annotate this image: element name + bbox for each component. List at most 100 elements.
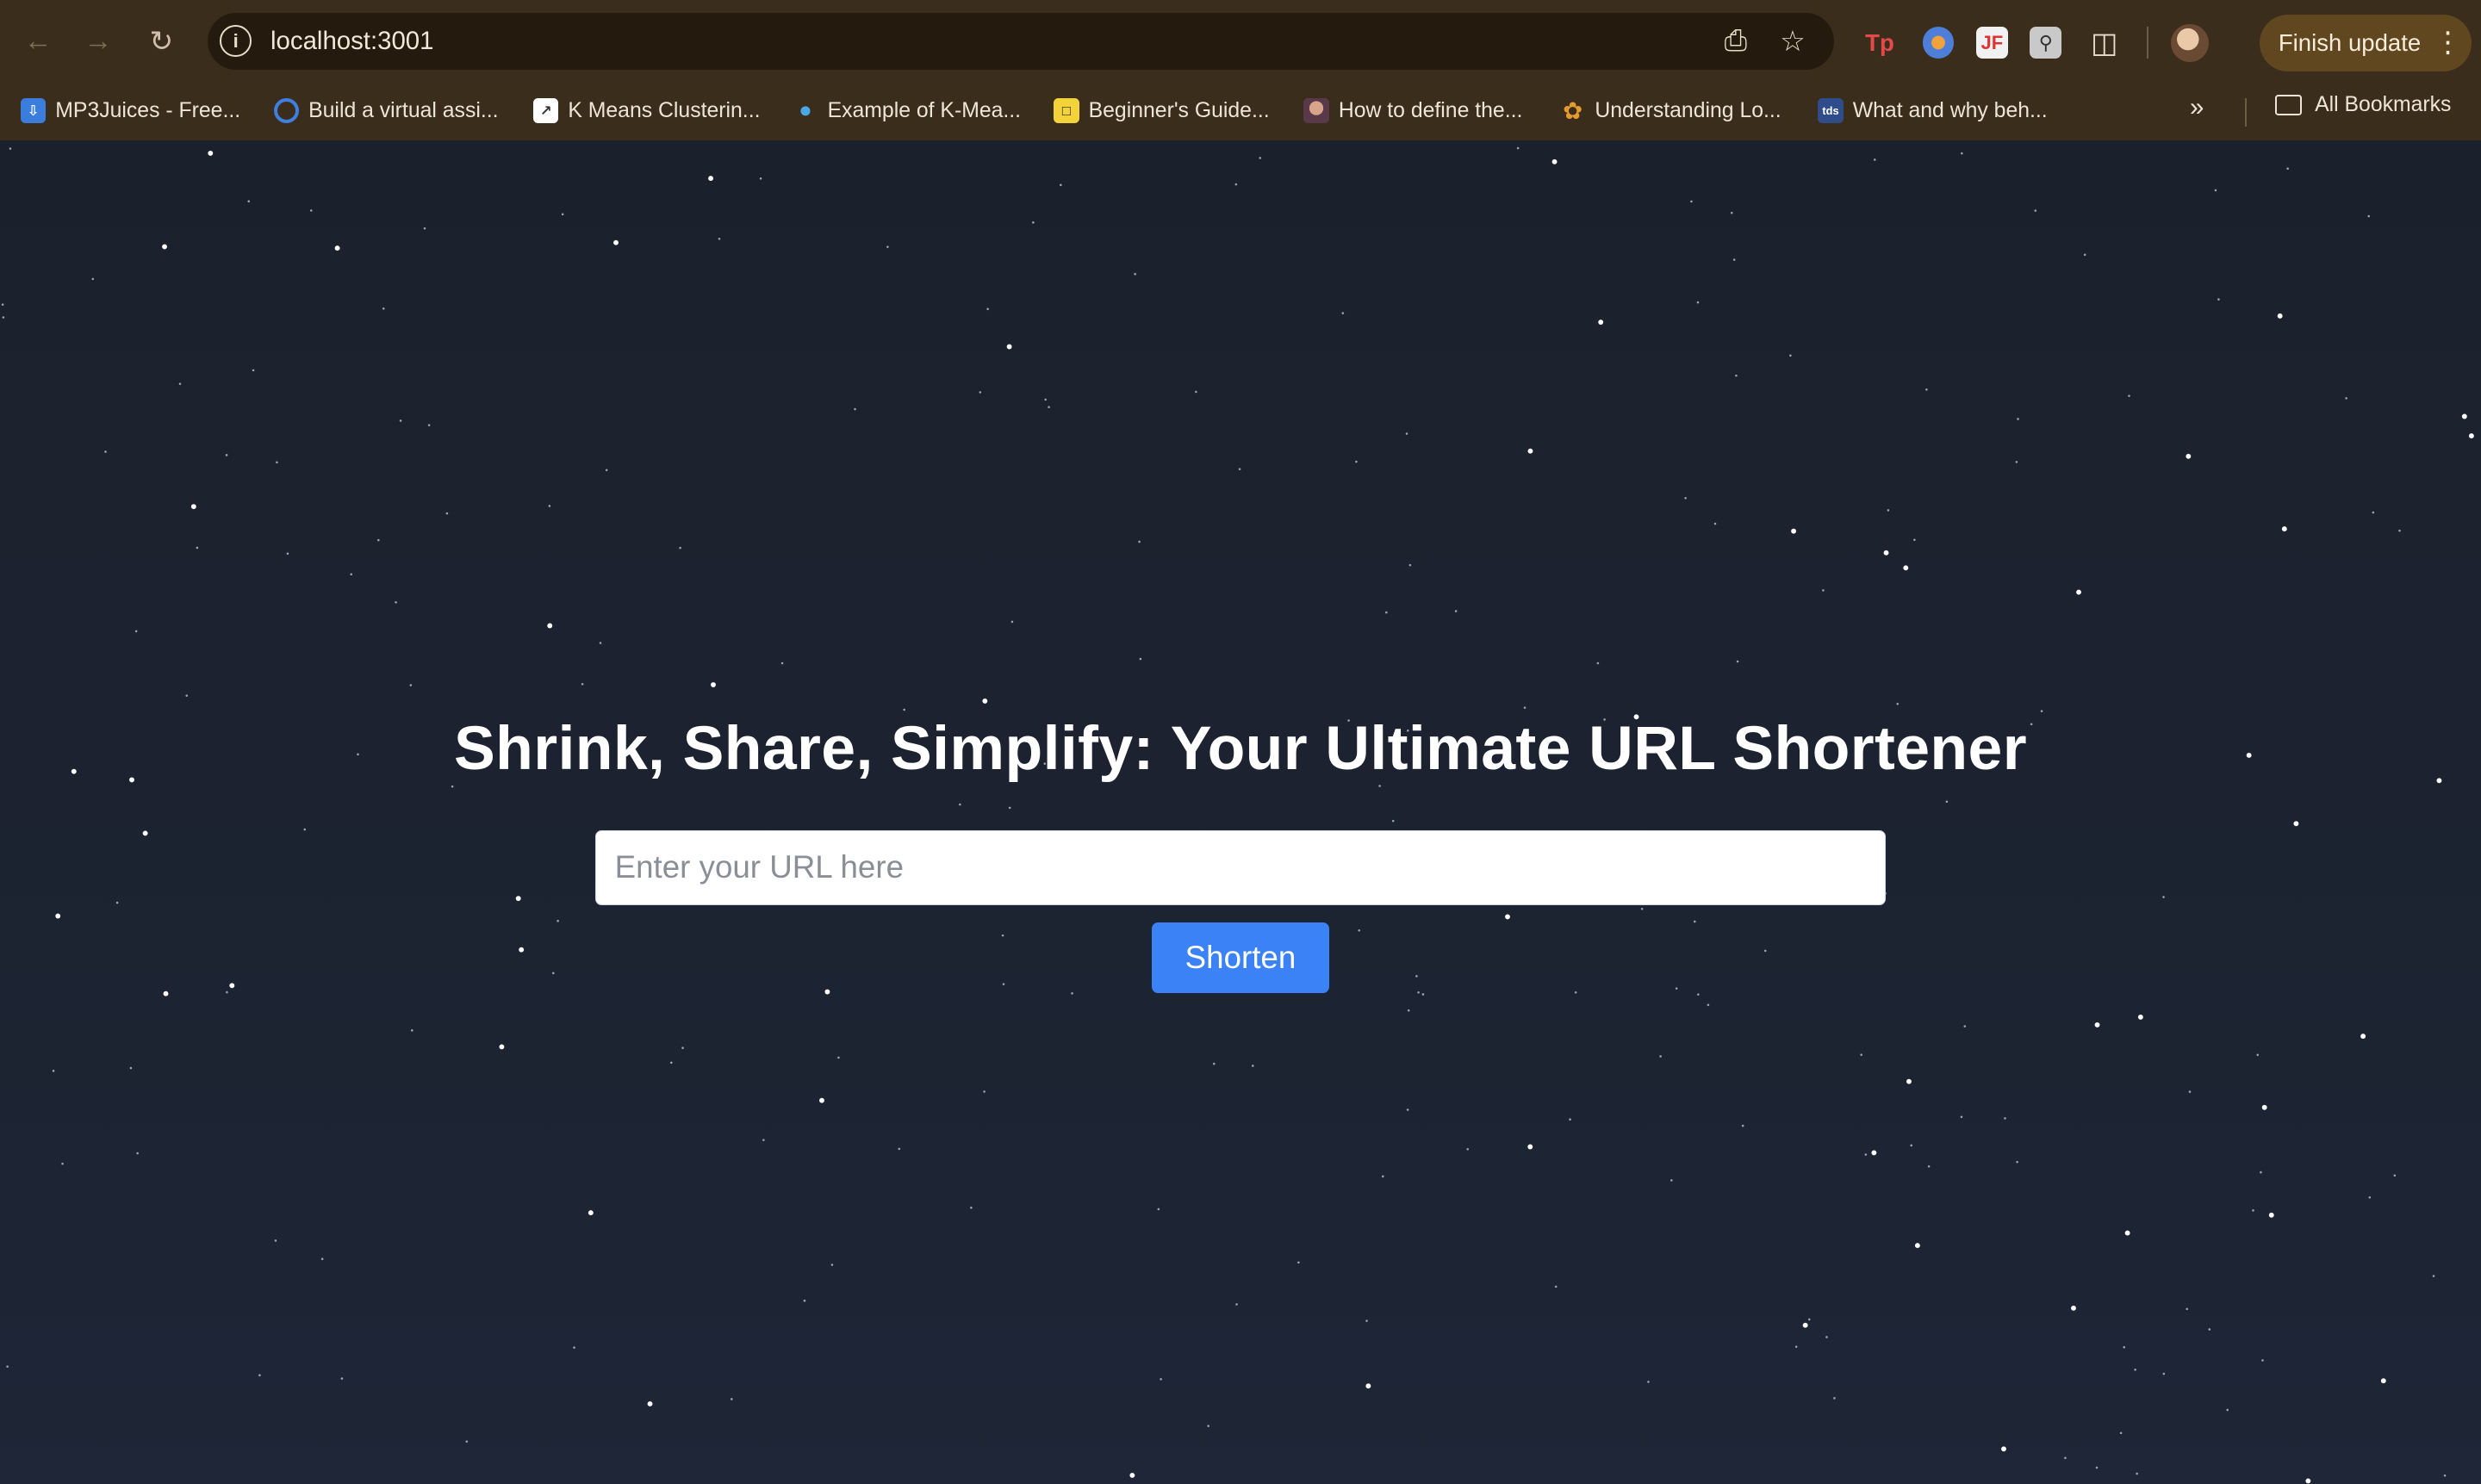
star (1001, 934, 1004, 937)
address-url[interactable]: localhost:3001 (270, 27, 433, 56)
star (1259, 157, 1262, 160)
starfield-background (1, 147, 2474, 1484)
bookmark-item[interactable]: Build a virtual assi... (273, 93, 499, 127)
star (1060, 183, 1062, 187)
star (2226, 1409, 2229, 1412)
star (2398, 530, 2401, 532)
star (2071, 1306, 2076, 1312)
bookmark-star-icon[interactable]: ☆ (1774, 22, 1812, 60)
star (2260, 1171, 2262, 1174)
star (1871, 1150, 1877, 1156)
star (1574, 991, 1577, 994)
star (196, 547, 199, 550)
site-info-icon[interactable]: i (220, 25, 252, 58)
star (2367, 215, 2370, 218)
bookmark-label: K Means Clusterin... (568, 98, 761, 122)
star (2372, 512, 2375, 514)
star (1730, 212, 1733, 214)
finish-update-button[interactable]: Finish update ⋮ (2259, 14, 2472, 71)
star (9, 147, 12, 151)
folder-icon (2275, 95, 2303, 116)
star (1381, 1176, 1384, 1178)
star (1913, 538, 1916, 542)
star (613, 240, 619, 246)
star (1415, 975, 1418, 978)
star (1802, 1323, 1808, 1329)
star (499, 1044, 505, 1050)
tds-icon: tds (1818, 97, 1844, 124)
bookmark-item[interactable]: ● Example of K-Mea... (793, 93, 1021, 127)
star (2083, 253, 2086, 257)
extensions-puzzle-icon[interactable]: ◫ (2084, 22, 2125, 64)
star (465, 1440, 469, 1444)
star (1048, 406, 1050, 409)
star (2162, 896, 2165, 899)
star (2136, 1473, 2138, 1475)
avatar-icon (1303, 97, 1329, 124)
star (2360, 1034, 2366, 1040)
hero-section: Shrink, Share, Simplify: Your Ultimate U… (0, 713, 2481, 784)
bookmark-item[interactable]: ✿ Understanding Lo... (1560, 93, 1781, 127)
more-bookmarks-icon[interactable]: » (2190, 93, 2204, 122)
star (190, 504, 196, 510)
star (819, 1098, 824, 1104)
star (1807, 1319, 1811, 1321)
star (986, 307, 989, 311)
star (142, 830, 148, 836)
bookmark-item[interactable]: tds What and why beh... (1818, 93, 2048, 127)
star (886, 245, 889, 249)
star (1697, 993, 1700, 997)
star (1213, 1063, 1216, 1065)
star (52, 1070, 55, 1073)
star (982, 699, 988, 705)
download-icon: ⇩ (20, 97, 47, 124)
star (588, 1210, 594, 1216)
star (830, 1264, 834, 1267)
star (410, 1029, 414, 1033)
bookmark-item[interactable]: ⇩ MP3Juices - Free... (20, 93, 240, 127)
star (1408, 564, 1412, 567)
star (1008, 807, 1011, 810)
install-app-icon[interactable]: ⎙ (1717, 22, 1755, 60)
star (427, 424, 431, 427)
address-bar[interactable]: i localhost:3001 ⎙ ☆ (207, 12, 1834, 70)
extension-tp-icon[interactable]: Tp (1859, 22, 1900, 64)
url-input[interactable] (594, 830, 1887, 905)
star (445, 512, 449, 515)
star (1195, 391, 1197, 394)
star (2432, 1275, 2435, 1278)
bookmark-label: How to define the... (1338, 98, 1523, 122)
star (1825, 1336, 1828, 1339)
star (1138, 541, 1141, 543)
forward-button[interactable]: → (76, 19, 120, 63)
star (1238, 468, 1241, 471)
star (2286, 167, 2289, 171)
star (1407, 1009, 1410, 1012)
star (1454, 610, 1458, 613)
extension-circle-icon[interactable] (1922, 27, 1955, 59)
star (2004, 1117, 2006, 1121)
star (1763, 950, 1767, 953)
star (320, 1257, 324, 1261)
star (91, 278, 95, 281)
star (395, 601, 397, 605)
star (2094, 1022, 2100, 1028)
all-bookmarks-button[interactable]: All Bookmarks (2275, 93, 2451, 117)
star (1554, 1286, 1558, 1288)
reload-button[interactable]: ↻ (140, 19, 183, 63)
profile-avatar-icon[interactable] (2170, 23, 2209, 62)
back-button[interactable]: ← (16, 19, 59, 63)
star (1925, 388, 1928, 392)
star (1713, 523, 1717, 525)
shorten-button[interactable]: Shorten (1152, 922, 1329, 994)
extension-jf-icon[interactable]: JF (1975, 27, 2008, 59)
star (959, 804, 961, 806)
bookmark-item[interactable]: How to define the... (1303, 93, 1522, 127)
star (1297, 1261, 1300, 1264)
extension-search-icon[interactable]: ⚲ (2030, 27, 2062, 59)
bookmark-item[interactable]: □ Beginner's Guide... (1054, 93, 1270, 127)
bookmark-item[interactable]: ↗ K Means Clusterin... (532, 93, 761, 127)
star (163, 991, 169, 997)
star (2380, 1378, 2386, 1384)
star (1883, 550, 1889, 556)
